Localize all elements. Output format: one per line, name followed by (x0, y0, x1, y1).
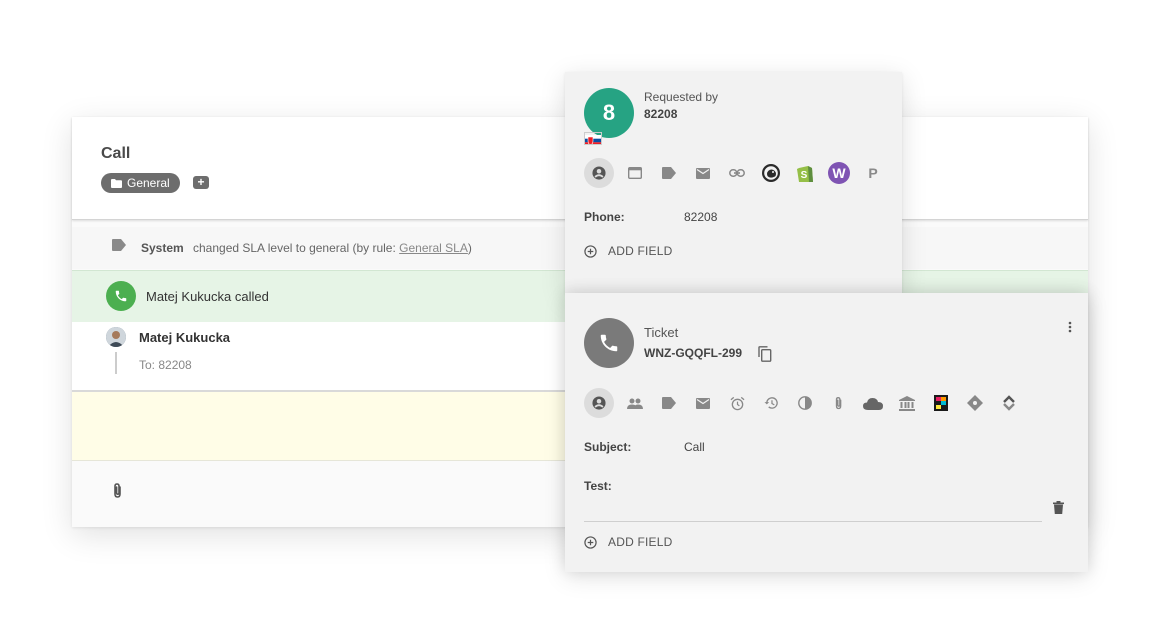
woocommerce-icon[interactable]: W (822, 158, 856, 188)
phone-icon (600, 334, 618, 352)
copy-icon[interactable] (758, 346, 772, 362)
svg-text:W: W (832, 165, 846, 181)
svg-text:P: P (868, 166, 877, 180)
pie-icon[interactable] (788, 388, 822, 418)
sla-rule-link[interactable]: General SLA (399, 241, 468, 255)
system-event-text: changed SLA level to general (by rule: G… (193, 241, 472, 255)
phone-field-value[interactable]: 82208 (684, 210, 717, 224)
ticket-icon-bar (584, 388, 1026, 418)
trash-icon[interactable] (1053, 501, 1064, 514)
ticket-label: Ticket (644, 325, 679, 340)
message-author: Matej Kukucka (139, 330, 231, 345)
call-badge (106, 281, 136, 311)
ticket-add-field-button[interactable]: ADD FIELD (584, 535, 672, 549)
tag-icon[interactable] (652, 388, 686, 418)
phone-field-label: Phone: (584, 210, 625, 224)
link-icon[interactable] (720, 158, 754, 188)
alarm-icon[interactable] (720, 388, 754, 418)
cloud-icon[interactable] (856, 388, 890, 418)
customer-card: 8 Requested by 82208 S W P Phone: 82208 … (565, 72, 902, 294)
ticket-avatar (584, 318, 634, 368)
add-field-label: ADD FIELD (608, 535, 673, 549)
mail-icon[interactable] (686, 158, 720, 188)
svg-text:S: S (801, 170, 808, 181)
paperclip-icon[interactable] (112, 483, 124, 499)
mail-icon[interactable] (686, 388, 720, 418)
add-tag-button[interactable]: + (193, 176, 209, 189)
slovakia-flag-icon (584, 132, 602, 145)
system-event-author: System (141, 241, 184, 255)
department-label: General (127, 176, 170, 190)
call-event-text: Matej Kukucka called (146, 289, 269, 304)
phone-icon (115, 290, 127, 302)
folder-icon (111, 178, 122, 188)
department-chip[interactable]: General (101, 173, 180, 193)
customer-avatar[interactable]: 8 (584, 88, 634, 138)
test-field-input[interactable] (584, 521, 1042, 522)
system-event-text-after: ) (467, 241, 472, 255)
add-circle-icon (584, 244, 597, 258)
avatar (106, 327, 126, 347)
customer-icon-bar: S W P (584, 158, 890, 188)
customer-add-field-button[interactable]: ADD FIELD (584, 244, 672, 258)
paperclip-icon[interactable] (822, 388, 856, 418)
chevrons-icon[interactable] (992, 388, 1026, 418)
person-icon[interactable] (584, 388, 614, 418)
thread-line (115, 352, 117, 374)
subject-field-value[interactable]: Call (684, 440, 705, 454)
add-field-label: ADD FIELD (608, 244, 673, 258)
system-event-text-before: changed SLA level to general (by rule: (193, 241, 400, 255)
history-icon[interactable] (754, 388, 788, 418)
colorful-app-icon[interactable] (924, 388, 958, 418)
requested-by-label: Requested by (644, 90, 719, 104)
diamond-icon[interactable] (958, 388, 992, 418)
ticket-title: Call (101, 145, 131, 162)
test-field-label: Test: (584, 479, 612, 493)
bank-icon[interactable] (890, 388, 924, 418)
tag-icon[interactable] (652, 158, 686, 188)
requested-by-value[interactable]: 82208 (644, 107, 677, 121)
mailchimp-icon[interactable] (754, 158, 788, 188)
more-vertical-icon[interactable] (1068, 321, 1072, 333)
p-letter-icon[interactable]: P (856, 158, 890, 188)
tag-icon (112, 239, 126, 251)
ticket-code: WNZ-GQQFL-299 (644, 346, 742, 360)
ticket-card: Ticket WNZ-GQQFL-299 Subject: Call Test:… (565, 293, 1088, 572)
shopify-icon[interactable]: S (788, 158, 822, 188)
add-circle-icon (584, 535, 597, 549)
message-recipient: To: 82208 (139, 358, 192, 372)
subject-field-label: Subject: (584, 440, 632, 454)
people-icon[interactable] (618, 388, 652, 418)
person-icon[interactable] (584, 158, 614, 188)
browser-window-icon[interactable] (618, 158, 652, 188)
